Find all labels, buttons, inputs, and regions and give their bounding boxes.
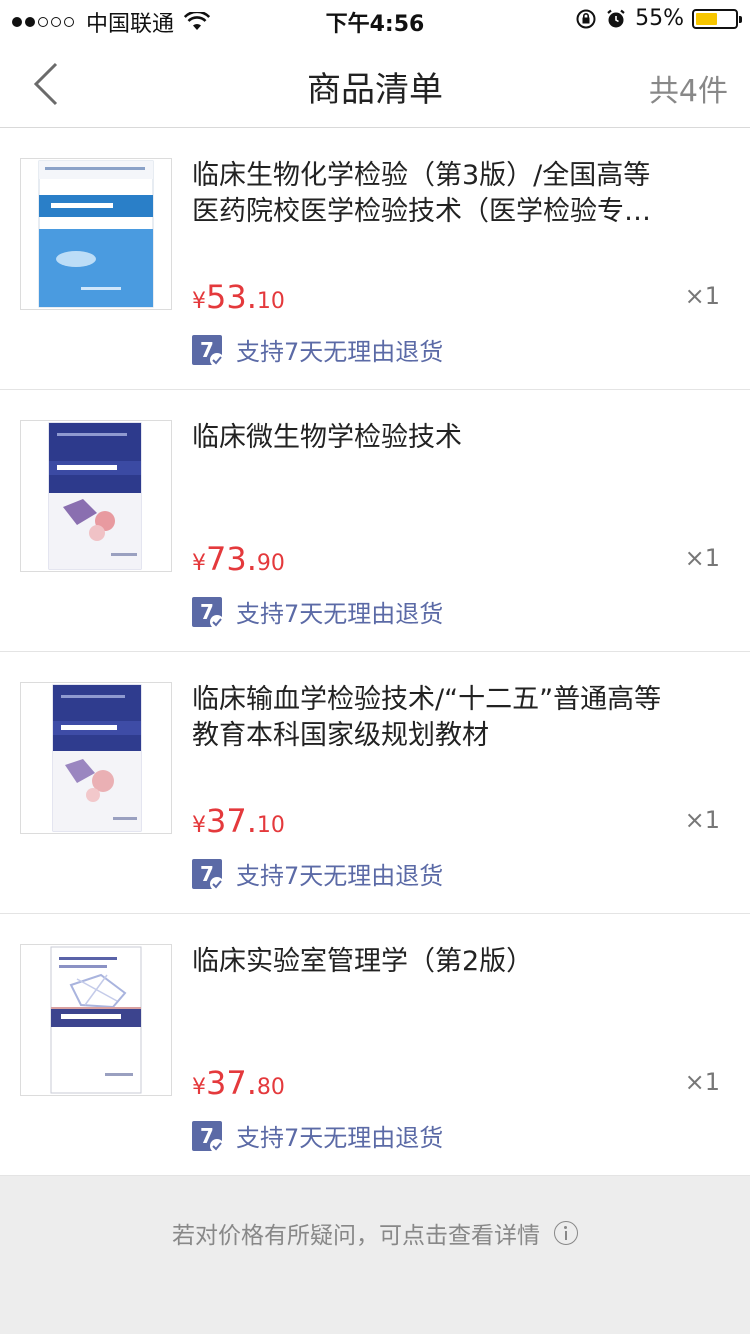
return-policy-text: 支持7天无理由退货 xyxy=(236,1124,444,1152)
price-decimal: 90 xyxy=(256,551,285,576)
product-thumbnail[interactable] xyxy=(20,420,172,572)
product-price: ¥37.80 xyxy=(192,1064,285,1102)
product-thumbnail[interactable] xyxy=(20,682,172,834)
product-quantity: ×1 xyxy=(684,1068,720,1096)
battery-fill xyxy=(696,12,717,25)
return-policy-text: 支持7天无理由退货 xyxy=(236,600,444,628)
return-policy-text: 支持7天无理由退货 xyxy=(236,862,444,890)
price-decimal: 10 xyxy=(256,813,285,838)
product-quantity: ×1 xyxy=(684,544,720,572)
price-integer: 37. xyxy=(206,1064,257,1102)
price-currency: ¥ xyxy=(192,1075,206,1100)
product-quantity: ×1 xyxy=(684,282,720,310)
product-thumbnail[interactable] xyxy=(20,158,172,310)
product-item[interactable]: 临床实验室管理学（第2版） ¥37.80 ×1 7 支持7天无理由退货 xyxy=(0,914,750,1176)
seven-day-return-icon: 7 xyxy=(192,1120,224,1153)
product-title[interactable]: 临床生物化学检验（第3版）/全国高等医药院校医学检验技术（医学检验专业）规划教材 xyxy=(192,158,662,230)
return-policy: 7 支持7天无理由退货 xyxy=(192,1118,443,1153)
alarm-icon xyxy=(607,9,625,27)
status-bar: 中国联通 下午4:56 55% xyxy=(0,0,750,40)
info-icon[interactable] xyxy=(554,1221,578,1245)
product-title[interactable]: 临床输血学检验技术/“十二五”普通高等教育本科国家级规划教材 xyxy=(192,682,662,754)
return-policy: 7 支持7天无理由退货 xyxy=(192,594,443,629)
item-count: 共4件 xyxy=(648,74,728,109)
price-decimal: 80 xyxy=(256,1075,285,1100)
seven-day-return-icon: 7 xyxy=(192,334,224,367)
seven-day-return-icon: 7 xyxy=(192,596,224,629)
price-currency: ¥ xyxy=(192,813,206,838)
price-integer: 37. xyxy=(206,802,257,840)
price-currency: ¥ xyxy=(192,289,206,314)
price-integer: 73. xyxy=(206,540,257,578)
price-question-text[interactable]: 若对价格有所疑问，可点击查看详情 xyxy=(172,1216,540,1250)
product-item[interactable]: 临床生物化学检验（第3版）/全国高等医药院校医学检验技术（医学检验专业）规划教材… xyxy=(0,128,750,390)
price-question-link[interactable]: 若对价格有所疑问，可点击查看详情 xyxy=(0,1216,750,1250)
price-integer: 53. xyxy=(206,278,257,316)
battery-percent: 55% xyxy=(635,6,684,31)
product-thumbnail[interactable] xyxy=(20,944,172,1096)
product-price: ¥53.10 xyxy=(192,278,285,316)
product-title[interactable]: 临床实验室管理学（第2版） xyxy=(192,944,662,980)
product-item[interactable]: 临床输血学检验技术/“十二五”普通高等教育本科国家级规划教材 ¥37.10 ×1… xyxy=(0,652,750,914)
page-title: 商品清单 xyxy=(307,70,443,110)
product-price: ¥73.90 xyxy=(192,540,285,578)
product-item[interactable]: 临床微生物学检验技术 ¥73.90 ×1 7 支持7天无理由退货 xyxy=(0,390,750,652)
product-list: 临床生物化学检验（第3版）/全国高等医药院校医学检验技术（医学检验专业）规划教材… xyxy=(0,128,750,1176)
product-price: ¥37.10 xyxy=(192,802,285,840)
footer: 若对价格有所疑问，可点击查看详情 xyxy=(0,1176,750,1334)
product-title[interactable]: 临床微生物学检验技术 xyxy=(192,420,662,456)
price-decimal: 10 xyxy=(256,289,285,314)
seven-day-return-icon: 7 xyxy=(192,858,224,891)
nav-bar: 商品清单 共4件 xyxy=(0,40,750,128)
product-quantity: ×1 xyxy=(684,806,720,834)
status-right: 55% xyxy=(575,6,742,31)
price-currency: ¥ xyxy=(192,551,206,576)
return-policy: 7 支持7天无理由退货 xyxy=(192,856,443,891)
orientation-lock-icon xyxy=(576,9,596,28)
return-policy: 7 支持7天无理由退货 xyxy=(192,332,443,367)
battery-icon xyxy=(692,8,742,29)
return-policy-text: 支持7天无理由退货 xyxy=(236,338,444,366)
